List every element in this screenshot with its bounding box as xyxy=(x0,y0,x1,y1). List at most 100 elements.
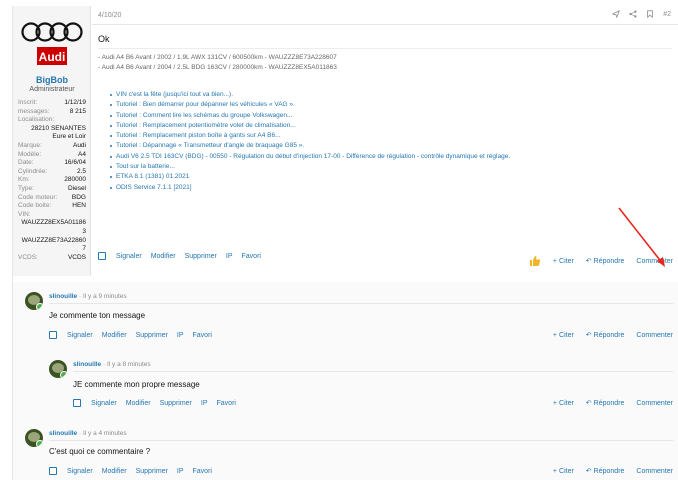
reply-button[interactable]: ↶ Répondre xyxy=(586,331,625,339)
svg-text:Audi: Audi xyxy=(39,50,66,64)
signature-divider xyxy=(98,48,672,49)
signature-link[interactable]: Tutoriel : Remplacement piston boîte à g… xyxy=(110,131,510,141)
reply-button[interactable]: ↶ Répondre xyxy=(586,399,625,407)
comment-button[interactable]: Commenter xyxy=(636,258,673,265)
stat-row: VIN: xyxy=(18,210,31,218)
online-badge xyxy=(60,371,67,378)
signature-link[interactable]: VIN c'est la fête (jusqu'ici tout va bie… xyxy=(110,90,510,100)
stat-row: messages: 8 215 xyxy=(18,107,86,115)
edit-link[interactable]: Modifier xyxy=(151,253,176,260)
reply-button[interactable]: ↶ Répondre xyxy=(586,257,625,265)
comment-button[interactable]: Commenter xyxy=(636,400,673,407)
divider xyxy=(73,371,673,372)
post-actions: Signaler Modifier Supprimer IP Favori xyxy=(98,252,270,260)
comment-button[interactable]: Commenter xyxy=(636,332,673,339)
delete-link[interactable]: Supprimer xyxy=(185,253,217,260)
signature-line: - Audi A4 B6 Avant / 2002 / 1.9L AWX 131… xyxy=(98,54,337,61)
thumbs-up-icon[interactable] xyxy=(529,255,541,267)
nested-comment: slinouille · Il y a 8 minutes JE comment… xyxy=(37,352,678,420)
plus-icon: + xyxy=(552,257,558,265)
delete-link[interactable]: Supprimer xyxy=(160,400,192,407)
signature-link[interactable]: Tutoriel : Remplacement potentiomètre vo… xyxy=(110,121,510,131)
avatar[interactable] xyxy=(25,429,43,447)
quote-button[interactable]: + Citer xyxy=(553,332,574,339)
quote-button[interactable]: + Citer xyxy=(553,258,574,265)
send-icon[interactable] xyxy=(612,10,621,18)
report-link[interactable]: Signaler xyxy=(91,400,117,407)
user-stats: Inscrit: 1/12/19 messages: 8 215 Localisat… xyxy=(18,99,86,262)
signature-link[interactable]: ODIS Service 7.1.1 [2021] xyxy=(110,183,510,193)
select-checkbox[interactable] xyxy=(49,467,57,475)
comment-author[interactable]: slinouille xyxy=(49,293,77,300)
stat-row: Km: 280000 xyxy=(18,176,86,184)
select-checkbox[interactable] xyxy=(98,252,106,260)
signature-link[interactable]: ETKA 8.1 (1381) 01.2021 xyxy=(110,172,510,182)
signature-link[interactable]: Audi V6 2.5 TDI 163CV (BDG) - 00550 - Ré… xyxy=(110,152,510,162)
edit-link[interactable]: Modifier xyxy=(126,400,151,407)
report-link[interactable]: Signaler xyxy=(67,468,93,475)
signature-links: VIN c'est la fête (jusqu'ici tout va bie… xyxy=(110,90,510,193)
edit-link[interactable]: Modifier xyxy=(102,332,127,339)
select-checkbox[interactable] xyxy=(73,399,81,407)
ip-link[interactable]: IP xyxy=(201,400,208,407)
ip-link[interactable]: IP xyxy=(177,332,184,339)
signature-link[interactable]: Tout sur la batterie... xyxy=(110,162,510,172)
report-link[interactable]: Signaler xyxy=(116,253,142,260)
share-icon[interactable] xyxy=(629,10,637,18)
signature-link[interactable]: Tutoriel : Dépannage « Transmetteur d'an… xyxy=(110,141,510,151)
signature-link[interactable]: Tutoriel : Comment lire les schémas du g… xyxy=(110,111,510,121)
edit-link[interactable]: Modifier xyxy=(102,468,127,475)
comment-author[interactable]: slinouille xyxy=(49,430,77,437)
quote-button[interactable]: + Citer xyxy=(553,400,574,407)
reply-button[interactable]: ↶ Répondre xyxy=(586,467,625,475)
comment-time[interactable]: Il y a 4 minutes xyxy=(83,430,127,437)
comment-actions: Signaler Modifier Supprimer IP Favori xyxy=(49,467,221,475)
stat-row: VCDS: VCDS xyxy=(18,253,86,261)
comment-button[interactable]: Commenter xyxy=(636,468,673,475)
favorite-link[interactable]: Favori xyxy=(242,253,261,260)
signature: - Audi A4 B6 Avant / 2002 / 1.9L AWX 131… xyxy=(98,53,337,73)
delete-link[interactable]: Supprimer xyxy=(136,332,168,339)
ip-link[interactable]: IP xyxy=(226,253,233,260)
signature-link[interactable]: Tutoriel : Bien démarrer pour dépanner l… xyxy=(110,100,510,110)
stat-row: Modèle: A4 xyxy=(18,150,86,158)
comment-time[interactable]: Il y a 8 minutes xyxy=(107,361,151,368)
post-right-actions: + Citer ↶ Répondre Commenter xyxy=(529,255,673,267)
post-body: Ok xyxy=(98,34,110,44)
reply-icon: ↶ xyxy=(585,258,592,265)
report-link[interactable]: Signaler xyxy=(67,332,93,339)
quote-button[interactable]: + Citer xyxy=(553,468,574,475)
stat-row: Cylindrée: 2.5 xyxy=(18,167,86,175)
stat-row: Code boite: HEN xyxy=(18,202,86,210)
post-tools: #2 xyxy=(612,10,671,18)
comment-time[interactable]: Il y a 9 minutes xyxy=(83,293,127,300)
thread-page: Audi BigBob Administrateur Inscrit: 1/12/… xyxy=(12,6,678,480)
online-badge xyxy=(36,440,43,447)
post-2: Audi BigBob Administrateur Inscrit: 1/12/… xyxy=(13,6,678,276)
online-badge xyxy=(36,303,43,310)
delete-link[interactable]: Supprimer xyxy=(136,468,168,475)
comment-right-actions: + Citer ↶ Répondre Commenter xyxy=(553,467,673,476)
comment: slinouille · Il y a 9 minutes Je comment… xyxy=(13,282,678,350)
ip-link[interactable]: IP xyxy=(177,468,184,475)
comment-actions: Signaler Modifier Supprimer IP Favori xyxy=(49,331,221,339)
comment-right-actions: + Citer ↶ Répondre Commenter xyxy=(553,331,673,340)
comment-meta: slinouille · Il y a 9 minutes xyxy=(49,293,127,300)
comment-meta: slinouille · Il y a 4 minutes xyxy=(49,430,127,437)
post-content: 4/10/20 #2 Ok - Audi A4 B6 Avant / 2002 … xyxy=(92,6,678,276)
post-author[interactable]: BigBob xyxy=(13,75,91,85)
favorite-link[interactable]: Favori xyxy=(193,468,212,475)
divider xyxy=(49,440,673,441)
post-date[interactable]: 4/10/20 xyxy=(98,12,121,19)
avatar[interactable] xyxy=(49,360,67,378)
post-number[interactable]: #2 xyxy=(663,11,671,18)
comment-body: C'est quoi ce commentaire ? xyxy=(49,447,151,456)
plus-icon: + xyxy=(552,399,558,407)
bookmark-icon[interactable] xyxy=(646,10,654,18)
comment-author[interactable]: slinouille xyxy=(73,361,101,368)
favorite-link[interactable]: Favori xyxy=(217,400,236,407)
favorite-link[interactable]: Favori xyxy=(193,332,212,339)
select-checkbox[interactable] xyxy=(49,331,57,339)
avatar[interactable] xyxy=(25,292,43,310)
stat-row: Type: Diesel xyxy=(18,184,86,192)
